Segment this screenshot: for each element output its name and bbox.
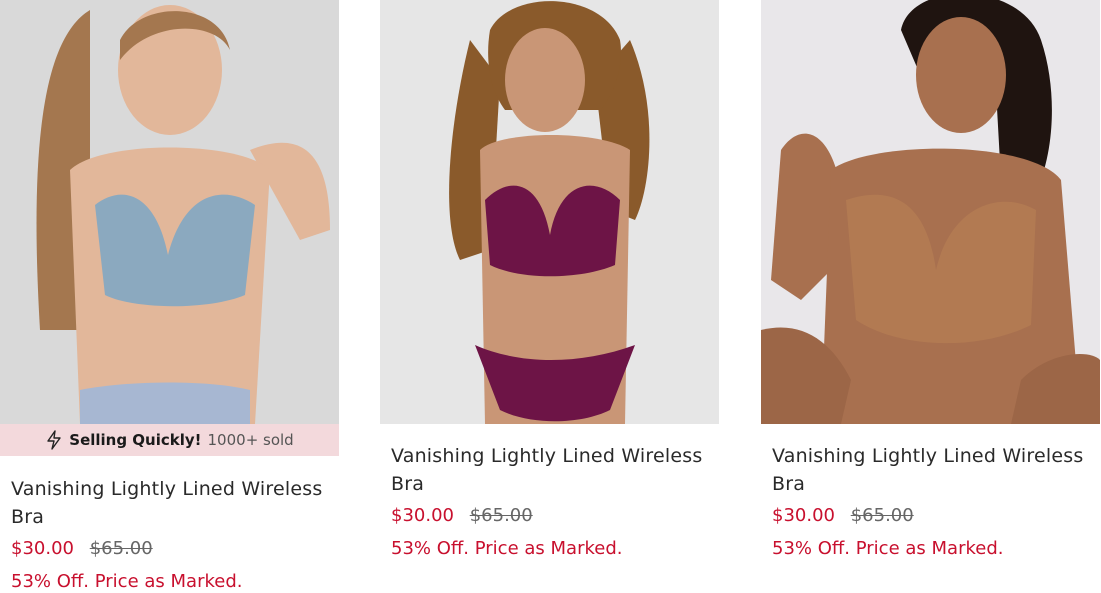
product-info: Vanishing Lightly Lined Wireless Bra $30…	[380, 442, 719, 560]
product-image[interactable]	[0, 0, 339, 424]
promo-text: 53% Off. Price as Marked.	[772, 538, 1004, 559]
original-price: $65.00	[850, 505, 914, 526]
original-price: $65.00	[89, 538, 153, 559]
sale-price: $30.00	[772, 505, 835, 526]
product-info: Vanishing Lightly Lined Wireless Bra $30…	[0, 475, 339, 593]
badge-label: Selling Quickly!	[69, 431, 202, 449]
product-title[interactable]: Vanishing Lightly Lined Wireless Bra	[391, 442, 708, 498]
product-photo-placeholder	[380, 0, 719, 424]
selling-quickly-badge: Selling Quickly! 1000+ sold	[0, 424, 339, 456]
product-card[interactable]: Vanishing Lightly Lined Wireless Bra $30…	[380, 0, 719, 560]
product-title[interactable]: Vanishing Lightly Lined Wireless Bra	[11, 475, 328, 531]
product-image[interactable]	[380, 0, 719, 424]
promo-text: 53% Off. Price as Marked.	[11, 571, 243, 592]
price-block: $30.00 $65.00	[391, 504, 708, 528]
product-card[interactable]: Vanishing Lightly Lined Wireless Bra $30…	[761, 0, 1100, 560]
price-block: $30.00 $65.00	[11, 537, 328, 561]
product-title[interactable]: Vanishing Lightly Lined Wireless Bra	[772, 442, 1089, 498]
product-photo-placeholder	[0, 0, 339, 424]
product-grid: Selling Quickly! 1000+ sold Vanishing Li…	[0, 0, 1101, 592]
product-image[interactable]	[761, 0, 1100, 424]
product-photo-placeholder	[761, 0, 1100, 424]
sold-count: 1000+ sold	[207, 431, 294, 449]
product-info: Vanishing Lightly Lined Wireless Bra $30…	[761, 442, 1100, 560]
price-block: $30.00 $65.00	[772, 504, 1089, 528]
sale-price: $30.00	[391, 505, 454, 526]
sale-price: $30.00	[11, 538, 74, 559]
original-price: $65.00	[469, 505, 533, 526]
promo-text: 53% Off. Price as Marked.	[391, 538, 623, 559]
product-card[interactable]: Selling Quickly! 1000+ sold Vanishing Li…	[0, 0, 339, 593]
lightning-icon	[47, 430, 61, 450]
